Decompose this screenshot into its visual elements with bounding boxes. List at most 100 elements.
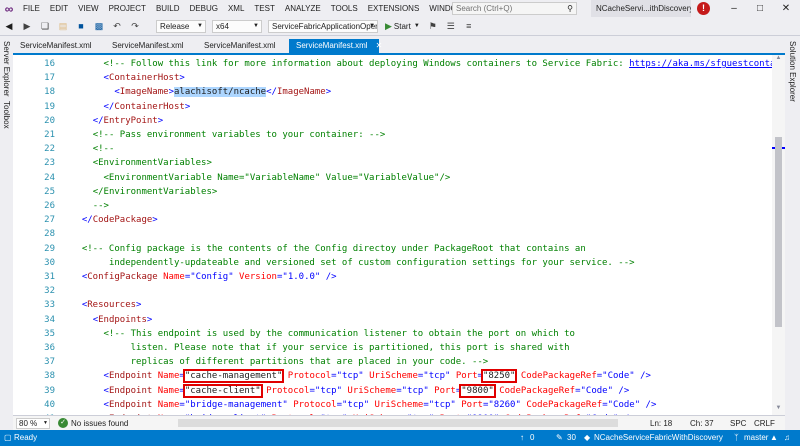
notifications-bell-icon[interactable]: ♫ (784, 430, 790, 446)
server-explorer-tab[interactable]: Server Explorer (2, 41, 11, 97)
menu-item[interactable]: TEST (249, 0, 279, 17)
solution-platform-select[interactable]: x64 ▼ (212, 19, 262, 33)
code-line[interactable]: 40 <Endpoint Name="bridge-management" Pr… (13, 399, 772, 411)
toolbox-tab[interactable]: Toolbox (2, 101, 11, 129)
menu-item[interactable]: BUILD (151, 0, 185, 17)
menu-item[interactable]: XML (223, 0, 249, 17)
code-editor[interactable]: 16 <!-- Follow this link for more inform… (13, 55, 772, 415)
repository-icon[interactable]: ◆ (584, 430, 590, 446)
new-project-icon[interactable]: ❏ (38, 19, 52, 33)
code-token: listen. Please note that if your service… (130, 343, 570, 353)
code-line[interactable]: 16 <!-- Follow this link for more inform… (13, 58, 772, 70)
line-number: 18 (44, 87, 55, 98)
code-line[interactable]: 32 (13, 285, 772, 297)
code-text: <EnvironmentVariable Name="VariableName"… (71, 172, 451, 184)
undo-icon[interactable]: ↶ (110, 19, 124, 33)
menu-item[interactable]: EDIT (45, 0, 73, 17)
redo-icon[interactable]: ↷ (128, 19, 142, 33)
menu-item[interactable]: ANALYZE (280, 0, 326, 17)
code-line[interactable]: 17 <ContainerHost> (13, 72, 772, 84)
code-token: </EnvironmentVariables> (92, 186, 218, 197)
code-token: <EnvironmentVariable Name="VariableName"… (103, 172, 451, 183)
scroll-up-icon[interactable]: ▲ (772, 55, 785, 65)
menu-item[interactable]: PROJECT (104, 0, 151, 17)
whitespace-mode-indicator[interactable]: SPC (730, 416, 746, 431)
code-line[interactable]: 28 (13, 228, 772, 240)
code-token: " (282, 399, 294, 410)
solution-explorer-tab[interactable]: Solution Explorer (788, 41, 797, 102)
editor-vertical-scrollbar[interactable]: ▲ ▼ (772, 55, 785, 415)
repository-name[interactable]: NCacheServiceFabricWithDiscovery (594, 430, 723, 446)
branch-icon[interactable]: ᛉ (734, 430, 739, 446)
minimize-button[interactable]: – (721, 0, 747, 17)
code-line[interactable]: 25 </EnvironmentVariables> (13, 186, 772, 198)
code-line[interactable]: 34 <Endpoints> (13, 314, 772, 326)
document-tab[interactable]: ServiceManifest.xml (197, 39, 289, 53)
toggle-icon[interactable]: ☰ (444, 19, 458, 33)
code-line[interactable]: 39 <Endpoint Name="cache-client" Protoco… (13, 383, 772, 398)
column-indicator: Ch: 37 (690, 419, 714, 428)
close-tab-icon[interactable]: ✕ (376, 41, 383, 50)
save-all-icon[interactable]: ▩ (92, 19, 106, 33)
editor-horizontal-scrollbar[interactable] (178, 419, 618, 427)
code-line[interactable]: 33 <Resources> (13, 299, 772, 311)
code-line[interactable]: 24 <EnvironmentVariable Name="VariableNa… (13, 172, 772, 184)
solution-configuration-select[interactable]: Release ▼ (156, 19, 206, 33)
code-line[interactable]: 26 --> (13, 200, 772, 212)
pencil-icon[interactable]: ✎ (556, 430, 563, 446)
code-line[interactable]: 37 replicas of different partitions that… (13, 356, 772, 368)
issues-status-text[interactable]: No issues found (71, 419, 128, 428)
close-button[interactable]: ✕ (773, 0, 799, 17)
unpublished-commits-count[interactable]: 0 (530, 430, 534, 446)
document-tab[interactable]: ServiceManifest.xml (105, 39, 197, 53)
code-token: <!-- Config package is the contents of t… (81, 243, 586, 254)
status-bar: ▢ Ready ↑ 0 ✎ 30 ◆ NCacheServiceFabricWi… (0, 430, 800, 446)
code-line[interactable]: 23 <EnvironmentVariables> (13, 157, 772, 169)
line-number: 34 (44, 314, 55, 325)
scrollbar-thumb[interactable] (775, 137, 782, 327)
code-token: " (228, 272, 240, 282)
code-line[interactable]: 27 </CodePackage> (13, 214, 772, 226)
open-file-icon[interactable]: ▤ (56, 19, 70, 33)
menu-item[interactable]: EXTENSIONS (363, 0, 425, 17)
notification-alert-icon[interactable]: ! (697, 2, 710, 15)
start-debugging-button[interactable]: ▶ Start ▼ (385, 21, 420, 32)
maximize-button[interactable]: □ (747, 0, 773, 17)
branch-name[interactable]: master (744, 430, 768, 446)
code-token: Code (585, 385, 608, 396)
line-ending-indicator[interactable]: CRLF (754, 416, 775, 431)
visual-studio-logo-icon[interactable]: ∞ (0, 0, 18, 17)
code-line[interactable]: 18 <ImageName>alachisoft/ncache</ImageNa… (13, 86, 772, 98)
code-line[interactable]: 30 independently-updateable and versione… (13, 257, 772, 269)
menu-item[interactable]: FILE (18, 0, 45, 17)
menu-item[interactable]: VIEW (73, 0, 103, 17)
comment-icon[interactable]: ≡ (462, 19, 476, 33)
quick-launch-search-input[interactable]: Search (Ctrl+Q) ⚲ (452, 2, 577, 15)
code-link[interactable]: https://aka.ms/sfguestcontai (629, 59, 772, 69)
back-navigation-icon[interactable]: ◀ (2, 19, 16, 33)
arrow-up-icon[interactable]: ↑ (520, 430, 524, 446)
zoom-level-select[interactable]: 80 % ▼ (16, 417, 50, 429)
menu-item[interactable]: TOOLS (326, 0, 363, 17)
startup-project-select[interactable]: ServiceFabricApplicationOpenConfi▼ (268, 19, 378, 33)
forward-navigation-icon[interactable]: ▶ (20, 19, 34, 33)
pending-changes-count[interactable]: 30 (567, 430, 576, 446)
code-token: " (515, 399, 527, 410)
code-line[interactable]: 29 <!-- Config package is the contents o… (13, 243, 772, 255)
code-line[interactable]: 22 <!-- (13, 143, 772, 155)
chevron-up-icon[interactable]: ▲ (770, 430, 778, 446)
code-line[interactable]: 31 <ConfigPackage Name="Config" Version=… (13, 271, 772, 283)
scroll-down-icon[interactable]: ▼ (772, 405, 785, 415)
document-tab[interactable]: ServiceManifest.xml ✕ (289, 39, 382, 53)
save-icon[interactable]: ■ (74, 19, 88, 33)
bookmark-icon[interactable]: ⚑ (426, 19, 440, 33)
document-tab[interactable]: ServiceManifest.xml (13, 39, 105, 53)
menu-item[interactable]: DEBUG (185, 0, 223, 17)
code-line[interactable]: 19 </ContainerHost> (13, 101, 772, 113)
code-line[interactable]: 38 <Endpoint Name="cache-management" Pro… (13, 369, 772, 384)
code-line[interactable]: 36 listen. Please note that if your serv… (13, 342, 772, 354)
code-line[interactable]: 20 </EntryPoint> (13, 115, 772, 127)
code-line[interactable]: 35 <!-- This endpoint is used by the com… (13, 328, 772, 340)
solution-name-badge[interactable]: NCacheServi...ithDiscovery (591, 0, 691, 17)
code-line[interactable]: 21 <!-- Pass environment variables to yo… (13, 129, 772, 141)
